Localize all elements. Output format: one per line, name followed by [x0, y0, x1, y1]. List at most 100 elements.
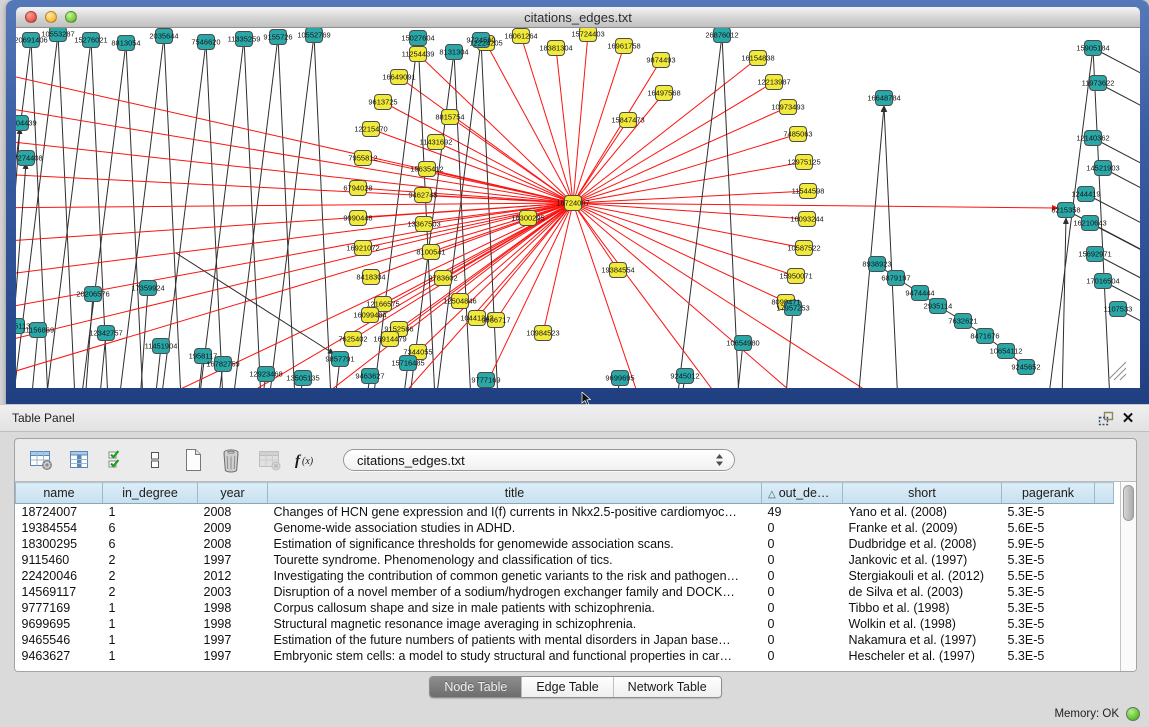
graph-node-label: 11335259	[228, 35, 261, 44]
graph-node-label: 15724403	[571, 30, 604, 39]
panel-title: Table Panel	[12, 411, 1095, 425]
graph-node-label: 12975125	[787, 158, 820, 167]
node-table: namein_degreeyeartitle△out_de…shortpager…	[15, 481, 1136, 672]
citation-edge-black	[94, 333, 106, 388]
graph-node-label: 10552769	[297, 31, 330, 40]
new-table-button[interactable]	[177, 445, 209, 475]
graph-node-label: 9783602	[428, 274, 457, 283]
resize-grip-icon[interactable]	[1114, 368, 1126, 380]
tab-node-table[interactable]: Node Table	[430, 677, 521, 697]
graph-node-label: 7485063	[783, 130, 812, 139]
column-header-pagerank[interactable]: pagerank	[1002, 483, 1095, 504]
table-row[interactable]: 946554611997Estimation of the future num…	[16, 632, 1114, 648]
delete-table-button[interactable]	[215, 445, 247, 475]
column-header-title[interactable]: title	[268, 483, 762, 504]
table-row[interactable]: 969969511998Structural magnetic resonanc…	[16, 616, 1114, 632]
select-rows-icon	[106, 448, 128, 472]
zoom-window-button[interactable]	[65, 11, 77, 23]
memory-status-led[interactable]	[1126, 707, 1140, 721]
float-panel-icon[interactable]	[1095, 408, 1117, 428]
network-view-window: citations_edges.txt 18724007 11254439 1664…	[6, 0, 1149, 404]
table-row[interactable]: 946362711997Embryonic stem cells: a mode…	[16, 648, 1114, 664]
network-canvas[interactable]: 1872400711254439166490919613725122154707…	[16, 28, 1140, 388]
table-row[interactable]: 1456911722003Disruption of a novel membe…	[16, 584, 1114, 600]
table-row[interactable]: 1830029562008Estimation of significance …	[16, 536, 1114, 552]
citation-edge-red	[573, 134, 798, 203]
tab-edge-table[interactable]: Edge Table	[521, 677, 612, 697]
graph-node-label: 11451904	[145, 342, 178, 351]
import-table-icon	[256, 448, 282, 472]
graph-node-label: 16914479	[373, 335, 406, 344]
citation-edge-red	[16, 203, 573, 208]
scrollbar-thumb[interactable]	[1123, 485, 1134, 521]
table-settings-button[interactable]	[25, 445, 57, 475]
graph-node-label: 16961758	[607, 42, 640, 51]
graph-node-label: 14521903	[1086, 164, 1119, 173]
table-row[interactable]: 1938455462009Genome-wide association stu…	[16, 520, 1114, 536]
graph-node-label: 9463627	[355, 372, 384, 381]
graph-node-label: 9777169	[471, 376, 500, 385]
graph-node-label: 11156869	[22, 326, 54, 335]
window-titlebar[interactable]: citations_edges.txt	[16, 7, 1140, 28]
citation-edge-red	[16, 173, 573, 203]
graph-node-label: 18724007	[556, 199, 589, 208]
column-header-year[interactable]: year	[198, 483, 268, 504]
graph-node-label: 7625402	[338, 335, 367, 344]
graph-node-label: 12215470	[354, 125, 387, 134]
graph-node-label: 10973493	[771, 103, 804, 112]
graph-node-label: 12504439	[16, 119, 37, 128]
dropdown-arrows-icon	[715, 453, 724, 467]
citation-edge-black	[854, 106, 884, 388]
close-panel-icon[interactable]: ✕	[1117, 408, 1139, 428]
column-header-out_de[interactable]: △out_de…	[762, 483, 843, 504]
graph-node-label: 15692971	[1078, 250, 1111, 259]
graph-node-label: 7546620	[191, 38, 220, 47]
graph-node-label: 16154838	[741, 54, 774, 63]
column-header-name[interactable]: name	[16, 483, 103, 504]
table-settings-icon	[28, 448, 54, 472]
table-row[interactable]: 1872400712008Changes of HCN gene express…	[16, 504, 1114, 520]
vertical-scrollbar[interactable]	[1120, 482, 1136, 672]
column-header-short[interactable]: short	[843, 483, 1002, 504]
show-columns-button[interactable]	[63, 445, 95, 475]
graph-node-label: 8100541	[416, 248, 445, 257]
graph-node-label: 16061264	[504, 32, 537, 41]
minimize-window-button[interactable]	[45, 11, 57, 23]
table-row[interactable]: 911546021997Tourette syndrome. Phenomeno…	[16, 552, 1114, 568]
graph-node-label: 16093244	[790, 215, 823, 224]
graph-node-label: 10654112	[990, 347, 1023, 356]
graph-node-label: 13505135	[286, 374, 319, 383]
citation-edge-red	[573, 58, 758, 203]
table-panel-body: f (x) citations_edges.txt	[0, 432, 1149, 698]
graph-node-label: 15276021	[74, 36, 107, 45]
graph-node-label: 6794028	[343, 184, 372, 193]
citation-edge-red	[573, 203, 786, 302]
citation-edge-black	[26, 330, 38, 388]
table-row[interactable]: 977716911998Corpus callosum shape and si…	[16, 600, 1114, 616]
sort-ascending-icon: △	[768, 489, 776, 500]
table-tabs: Node TableEdge TableNetwork Table	[14, 676, 1137, 698]
citation-edge-black	[16, 163, 26, 388]
graph-node-label: 11254439	[402, 50, 435, 59]
graph-node-label: 7955812	[348, 154, 377, 163]
citation-edge-black	[206, 42, 226, 388]
graph-node-label: 16921072	[346, 244, 379, 253]
table-selector-dropdown[interactable]: citations_edges.txt	[343, 449, 735, 471]
select-rows-button[interactable]	[101, 445, 133, 475]
graph-node-label: 16648784	[867, 94, 900, 103]
table-row[interactable]: 2242004622012Investigating the contribut…	[16, 568, 1114, 584]
import-table-button[interactable]	[253, 445, 285, 475]
row-height-button[interactable]	[139, 445, 171, 475]
citation-edge-black	[314, 35, 334, 388]
resize-grip-icon[interactable]	[1120, 374, 1126, 380]
citation-network-graph[interactable]: 1872400711254439166490919613725122154707…	[16, 28, 1140, 388]
graph-node-label: 12923468	[249, 370, 282, 379]
citation-edge-black	[244, 39, 264, 388]
column-header-in_degree[interactable]: in_degree	[103, 483, 198, 504]
graph-node-label: 16099484	[353, 311, 386, 320]
citation-edge-red	[573, 46, 624, 203]
close-window-button[interactable]	[25, 11, 37, 23]
function-builder-button[interactable]: f (x)	[291, 445, 323, 475]
tab-network-table[interactable]: Network Table	[613, 677, 721, 697]
citation-edge-black	[1061, 218, 1066, 388]
